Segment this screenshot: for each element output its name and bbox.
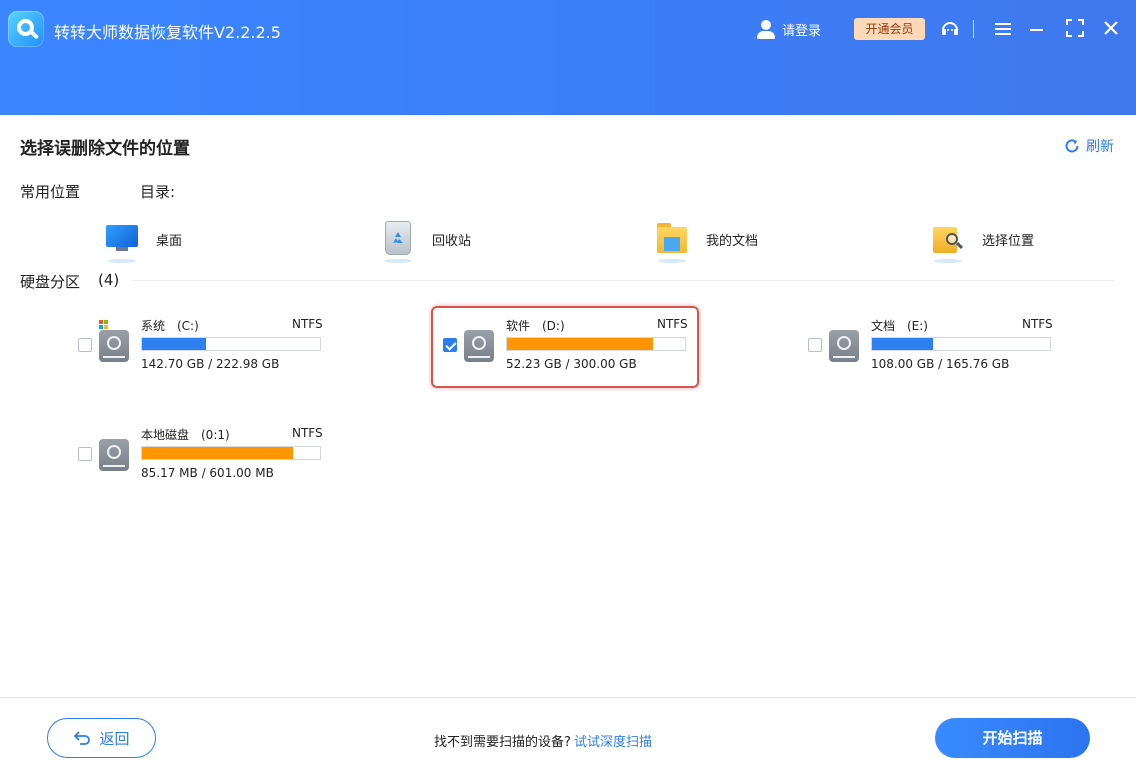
refresh-icon: [1065, 139, 1079, 153]
section-divider: [132, 280, 1114, 281]
location-label: 回收站: [432, 233, 472, 249]
app-title: 转转大师数据恢复软件V2.2.2.5: [54, 23, 281, 42]
location-desktop[interactable]: 桌面: [106, 216, 183, 263]
back-label: 返回: [99, 729, 130, 748]
close-icon[interactable]: [1102, 19, 1122, 39]
drive-size: 142.70 GB / 222.98 GB: [141, 357, 280, 371]
user-icon: [756, 19, 776, 39]
location-choose[interactable]: 选择位置: [932, 216, 1035, 263]
location-label: 桌面: [156, 233, 183, 249]
drive-checkbox[interactable]: [78, 447, 92, 461]
drive-name: 系统 (C:): [141, 319, 199, 333]
documents-folder-icon: [656, 219, 688, 263]
maximize-icon[interactable]: [1066, 19, 1086, 39]
back-button[interactable]: 返回: [47, 718, 156, 758]
drive-filesystem: NTFS: [292, 317, 323, 331]
login-button[interactable]: 请登录: [756, 18, 821, 40]
header-divider: [973, 20, 974, 38]
drive-filesystem: NTFS: [292, 426, 323, 440]
app-logo-icon: [8, 11, 44, 47]
deep-scan-link[interactable]: 试试深度扫描: [574, 731, 652, 750]
drive-name: 文档 (E:): [871, 319, 928, 333]
disk-count: (4): [98, 271, 120, 289]
hard-drive-icon: [464, 330, 494, 362]
page-title: 选择误删除文件的位置: [20, 139, 190, 159]
login-label: 请登录: [782, 23, 822, 39]
hard-drive-icon: [829, 330, 859, 362]
drive-usage-bar: [871, 337, 1051, 351]
back-arrow-icon: [74, 731, 91, 745]
drive-checkbox[interactable]: [443, 338, 457, 352]
menu-icon[interactable]: [993, 19, 1013, 39]
vip-button[interactable]: 开通会员: [854, 18, 925, 40]
location-label: 我的文档: [706, 233, 759, 249]
drive-filesystem: NTFS: [1022, 317, 1053, 331]
refresh-button[interactable]: 刷新: [1064, 136, 1114, 156]
hard-drive-icon: [99, 330, 129, 362]
drive-size: 52.23 GB / 300.00 GB: [506, 357, 637, 371]
drive-checkbox[interactable]: [808, 338, 822, 352]
drive-name: 本地磁盘 (0:1): [141, 428, 230, 442]
support-icon[interactable]: [940, 19, 960, 39]
refresh-label: 刷新: [1086, 139, 1114, 155]
windows-logo-icon: [99, 320, 109, 330]
location-label: 选择位置: [982, 233, 1035, 249]
no-device-hint: 找不到需要扫描的设备?: [434, 735, 571, 750]
disk-partition-label: 硬盘分区: [20, 273, 81, 291]
hard-drive-icon: [99, 439, 129, 471]
drive-size: 108.00 GB / 165.76 GB: [871, 357, 1010, 371]
drive-name: 软件 (D:): [506, 319, 565, 333]
location-recycle-bin[interactable]: 回收站: [382, 216, 472, 263]
drive-size: 85.17 MB / 601.00 MB: [141, 466, 274, 480]
recycle-bin-icon: [382, 219, 414, 263]
common-locations-label: 常用位置: [20, 183, 81, 201]
minimize-icon[interactable]: [1027, 19, 1047, 39]
drive-checkbox[interactable]: [78, 338, 92, 352]
drive-filesystem: NTFS: [657, 317, 688, 331]
folder-search-icon: [932, 219, 964, 263]
drive-usage-bar: [141, 446, 321, 460]
title-bar: 转转大师数据恢复软件V2.2.2.5 请登录 开通会员: [0, 0, 1136, 115]
location-my-documents[interactable]: 我的文档: [656, 216, 759, 263]
drive-usage-bar: [506, 337, 686, 351]
footer-divider: [0, 697, 1136, 698]
directory-label: 目录:: [140, 183, 176, 201]
desktop-icon: [106, 219, 138, 263]
drive-usage-bar: [141, 337, 321, 351]
start-scan-button[interactable]: 开始扫描: [935, 718, 1090, 758]
